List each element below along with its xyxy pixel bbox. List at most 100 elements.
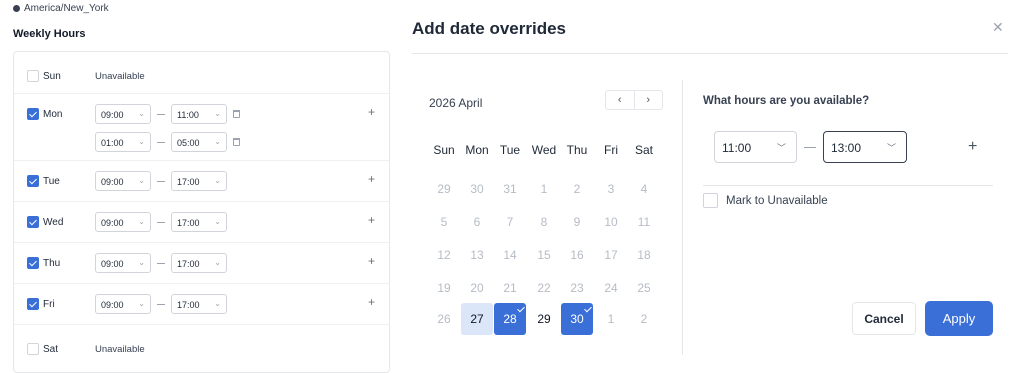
calendar-day-number: 31 — [503, 182, 517, 196]
to-time-select[interactable]: 05:00 ⌄ — [171, 132, 227, 152]
calendar-day-number: 29 — [437, 182, 451, 196]
add-range-icon[interactable]: + — [368, 295, 375, 309]
trash-icon[interactable] — [233, 110, 240, 118]
day-row-mon: Mon 09:00 ⌄ 11:00 ⌄ 01:00 ⌄ 05:00 ⌄ + — [14, 94, 389, 161]
day-label: Sun — [43, 71, 61, 82]
calendar-day-number: 16 — [570, 248, 584, 262]
calendar-day: 30 — [461, 173, 493, 205]
calendar-day: 22 — [528, 272, 560, 304]
prev-month-button[interactable]: ‹ — [606, 91, 635, 109]
day-row-tue: Tue 09:00 ⌄ 17:00 ⌄ + — [14, 161, 389, 202]
range-dash — [157, 114, 165, 115]
time-range-dash — [804, 147, 816, 148]
from-time-value: 09:00 — [101, 259, 124, 269]
calendar-day-number: 14 — [503, 248, 517, 262]
trash-icon[interactable] — [233, 138, 240, 146]
mark-unavailable-checkbox[interactable] — [703, 193, 718, 208]
day-row-sun: Sun Unavailable — [14, 52, 389, 94]
to-time-select[interactable]: 17:00 ⌄ — [171, 253, 227, 273]
calendar-day: 31 — [494, 173, 526, 205]
range-dash — [157, 181, 165, 182]
from-time-select[interactable]: 09:00 ⌄ — [95, 294, 151, 314]
to-time-value: 05:00 — [177, 138, 200, 148]
add-range-icon[interactable]: + — [968, 138, 977, 156]
close-icon[interactable]: ✕ — [992, 19, 1004, 36]
mark-unavailable-label: Mark to Unavailable — [726, 195, 828, 207]
calendar-day: 2 — [628, 303, 660, 335]
cancel-button[interactable]: Cancel — [852, 302, 916, 335]
from-time-select[interactable]: 11:00 ﹀ — [714, 131, 797, 163]
chevron-down-icon: ⌄ — [138, 299, 145, 308]
day-label: Mon — [43, 109, 63, 120]
to-time-select[interactable]: 17:00 ⌄ — [171, 294, 227, 314]
calendar-day: 2 — [561, 173, 593, 205]
calendar-day[interactable]: 28 — [494, 303, 526, 335]
chevron-down-icon: ﹀ — [886, 143, 896, 153]
weekly-hours-card: Sun Unavailable Mon 09:00 ⌄ 11:00 ⌄ 01:00 ⌄ 05:00… — [13, 51, 390, 373]
calendar-day-number: 2 — [640, 312, 648, 326]
day-checkbox[interactable] — [27, 108, 39, 120]
calendar-day-number: 29 — [537, 312, 551, 326]
day-checkbox[interactable] — [27, 257, 39, 269]
day-label: Tue — [43, 176, 60, 187]
to-time-value: 17:00 — [177, 218, 200, 228]
chevron-down-icon: ⌄ — [138, 176, 145, 185]
add-range-icon[interactable]: + — [368, 254, 375, 268]
chevron-down-icon: ⌄ — [214, 299, 221, 308]
chevron-down-icon: ﹀ — [776, 143, 786, 153]
to-time-value: 17:00 — [177, 177, 200, 187]
calendar-day: 12 — [428, 239, 460, 271]
check-icon — [584, 304, 592, 313]
calendar-day: 21 — [494, 272, 526, 304]
calendar-day[interactable]: 27 — [461, 303, 493, 335]
weekday-header: Sun — [433, 143, 455, 157]
chevron-right-icon: › — [646, 94, 651, 106]
add-range-icon[interactable]: + — [368, 172, 375, 186]
from-time-select[interactable]: 09:00 ⌄ — [95, 171, 151, 191]
to-time-select[interactable]: 11:00 ⌄ — [171, 104, 227, 124]
calendar-day: 26 — [428, 303, 460, 335]
from-time-select[interactable]: 09:00 ⌄ — [95, 253, 151, 273]
next-month-button[interactable]: › — [635, 91, 663, 109]
calendar-day[interactable]: 29 — [528, 303, 560, 335]
day-row-sat: Sat Unavailable — [14, 325, 389, 373]
calendar-day[interactable]: 30 — [561, 303, 593, 335]
day-checkbox[interactable] — [27, 70, 39, 82]
calendar-day-number: 12 — [437, 248, 451, 262]
to-time-select[interactable]: 17:00 ⌄ — [171, 212, 227, 232]
calendar-day-number: 8 — [540, 215, 548, 229]
add-range-icon[interactable]: + — [368, 105, 375, 119]
day-checkbox[interactable] — [27, 175, 39, 187]
calendar-day-number: 2 — [573, 182, 581, 196]
day-checkbox[interactable] — [27, 298, 39, 310]
calendar-day-number: 13 — [470, 248, 484, 262]
to-time-select[interactable]: 13:00 ﹀ — [823, 131, 907, 163]
calendar-day-number: 23 — [570, 281, 584, 295]
from-time-value: 09:00 — [101, 110, 124, 120]
timezone-label: America/New_York — [13, 3, 109, 14]
calendar-day: 16 — [561, 239, 593, 271]
calendar-day-number: 21 — [503, 281, 517, 295]
to-time-select[interactable]: 17:00 ⌄ — [171, 171, 227, 191]
from-time-value: 09:00 — [101, 177, 124, 187]
day-checkbox[interactable] — [27, 343, 39, 355]
calendar-day-number: 24 — [604, 281, 618, 295]
calendar-day: 1 — [595, 303, 627, 335]
to-time-value: 17:00 — [177, 259, 200, 269]
from-time-select[interactable]: 09:00 ⌄ — [95, 104, 151, 124]
from-time-select[interactable]: 09:00 ⌄ — [95, 212, 151, 232]
day-row-thu: Thu 09:00 ⌄ 17:00 ⌄ + — [14, 243, 389, 284]
day-checkbox[interactable] — [27, 216, 39, 228]
add-range-icon[interactable]: + — [368, 213, 375, 227]
unavailable-label: Unavailable — [95, 344, 145, 355]
calendar-day: 13 — [461, 239, 493, 271]
calendar-day-number: 1 — [540, 182, 548, 196]
calendar-day-number: 27 — [470, 312, 484, 326]
from-time-select[interactable]: 01:00 ⌄ — [95, 132, 151, 152]
apply-button[interactable]: Apply — [925, 301, 993, 336]
range-dash — [157, 222, 165, 223]
from-time-value: 09:00 — [101, 218, 124, 228]
calendar-day-number: 26 — [437, 312, 451, 326]
calendar-day-number: 10 — [604, 215, 618, 229]
from-time-value: 09:00 — [101, 300, 124, 310]
